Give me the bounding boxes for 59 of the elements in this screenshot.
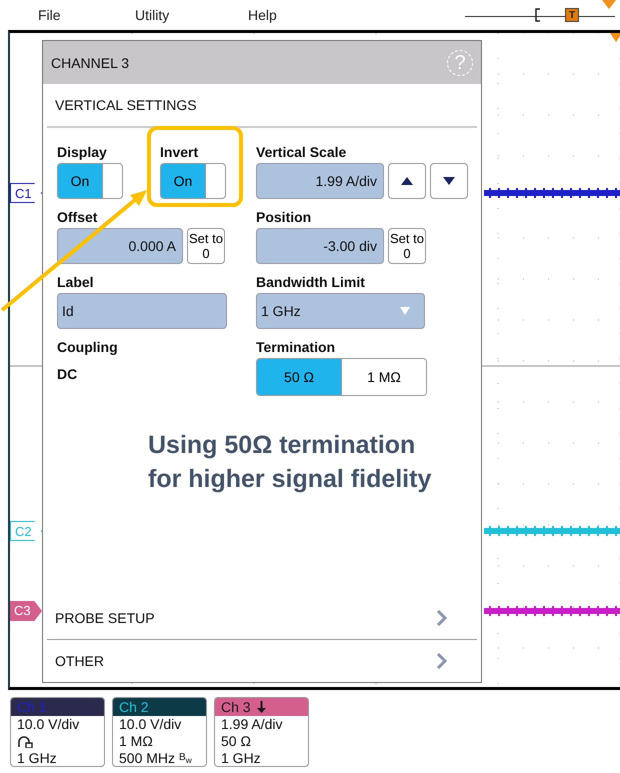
field-label: Termination — [256, 339, 336, 357]
badge-value: 500 MHz — [119, 750, 176, 766]
field-label: Offset — [57, 209, 98, 227]
badge-value: 1.99 A/div — [221, 716, 282, 733]
badge-value: 1 GHz — [17, 750, 57, 766]
field-label: Display — [57, 144, 108, 162]
field-label: Position — [256, 209, 312, 227]
callout-text: for higher signal fidelity — [148, 464, 432, 495]
menu-item[interactable]: Utility — [135, 7, 170, 23]
bracket-icon — [535, 8, 541, 22]
bandwidth-symbol: B$_{w}$ — [179, 750, 192, 766]
section-link[interactable]: OTHER — [55, 653, 104, 669]
toggle-switch[interactable]: On — [57, 163, 123, 199]
field-label: Coupling — [57, 339, 119, 357]
badge-title: Ch 1 — [17, 699, 47, 715]
field-label: Vertical Scale — [256, 144, 348, 162]
badge-title: Ch 2 — [119, 699, 149, 715]
field-label: Invert — [160, 144, 200, 162]
dropdown-arrow-icon — [400, 307, 410, 315]
badge-value: 50 Ω — [221, 733, 251, 750]
input-field[interactable]: 0.000 A — [57, 228, 183, 264]
channel-marker[interactable]: C3 — [10, 601, 42, 621]
toggle-switch[interactable]: On — [160, 163, 226, 199]
input-field[interactable]: -3.00 div — [256, 228, 384, 264]
trigger-position-icon — [610, 33, 620, 43]
field-label: Bandwidth Limit — [256, 274, 366, 292]
field-value: DC — [57, 366, 78, 384]
menu-item[interactable]: Help — [248, 7, 277, 23]
input-field[interactable]: Id — [57, 293, 227, 329]
increase-button[interactable] — [388, 163, 426, 199]
decrease-button[interactable] — [430, 163, 468, 199]
reset-button[interactable]: Set to 0 — [388, 228, 426, 264]
up-triangle-icon — [401, 177, 413, 185]
channel-badge[interactable]: Ch 3 1.99 A/div 50 Ω 1 GHz — [214, 697, 309, 767]
badge-value: 1 GHz — [221, 750, 261, 766]
badge-title: Ch 3 — [221, 699, 251, 715]
trigger-level-icon — [602, 0, 616, 10]
chevron-right-icon — [437, 653, 447, 669]
section-link[interactable]: PROBE SETUP — [55, 610, 155, 626]
probe-icon — [17, 736, 33, 748]
field-label: Label — [57, 274, 95, 292]
callout-text: Using 50Ω termination — [148, 430, 416, 461]
channel-marker[interactable]: C1 — [10, 183, 42, 203]
segment-option[interactable]: 50 Ω — [257, 359, 341, 395]
chevron-right-icon — [437, 610, 447, 626]
segment-option[interactable]: 1 MΩ — [341, 359, 426, 395]
dropdown[interactable]: 1 GHz — [256, 293, 425, 329]
dialog-title: CHANNEL 3 — [51, 54, 130, 70]
channel-badge[interactable]: Ch 1 10.0 V/div 1 GHz — [10, 697, 105, 767]
channel-badge[interactable]: Ch 2 10.0 V/div 1 MΩ 500 MHz B$_{w}$ — [112, 697, 207, 767]
badge-value: 10.0 V/div — [17, 716, 80, 733]
input-field[interactable]: 1.99 A/div — [256, 163, 384, 199]
trigger-marker[interactable]: T — [565, 8, 579, 22]
badge-value: 10.0 V/div — [119, 716, 182, 733]
section-title: VERTICAL SETTINGS — [55, 97, 197, 113]
badge-value: 1 MΩ — [119, 733, 153, 750]
menu-item[interactable]: File — [38, 7, 61, 23]
reset-button[interactable]: Set to 0 — [187, 228, 225, 264]
down-triangle-icon — [443, 177, 455, 185]
